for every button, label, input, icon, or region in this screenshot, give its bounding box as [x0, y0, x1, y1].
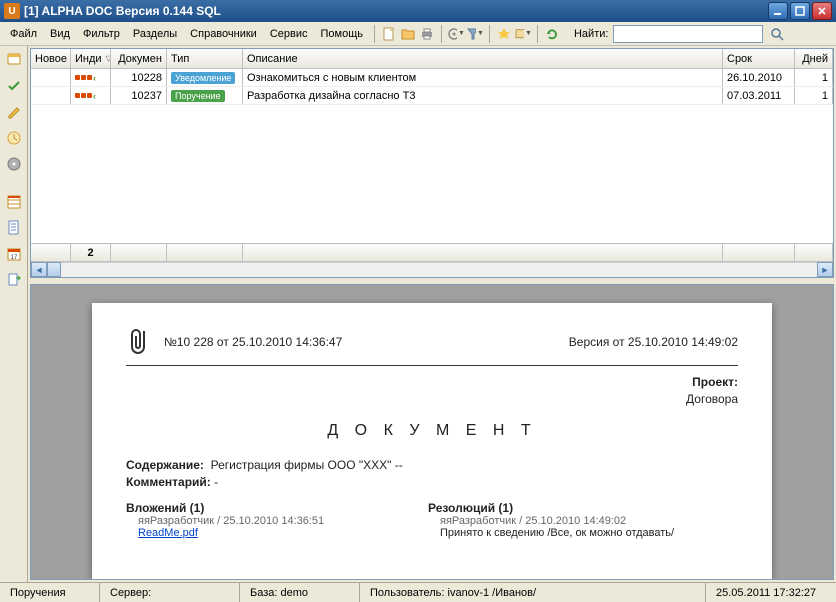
- doc-version-date: Версия от 25.10.2010 14:49:02: [569, 335, 738, 349]
- chevron-down-icon: ▼: [458, 30, 465, 37]
- menubar: Файл Вид Фильтр Разделы Справочники Серв…: [0, 22, 836, 46]
- column-desc[interactable]: Описание: [243, 49, 723, 68]
- menu-help[interactable]: Помощь: [314, 26, 369, 42]
- maximize-button[interactable]: [790, 2, 810, 20]
- column-srok[interactable]: Срок: [723, 49, 795, 68]
- left-toolbar: 17: [0, 46, 28, 582]
- lt-clock-icon[interactable]: [4, 128, 24, 148]
- priority-indicator-icon: ‹: [75, 93, 99, 98]
- column-indi[interactable]: Инди▽: [71, 49, 111, 68]
- lt-pencil-icon[interactable]: [4, 102, 24, 122]
- lt-grid-icon[interactable]: [4, 192, 24, 212]
- status-server: Сервер:: [100, 583, 240, 602]
- horizontal-scrollbar[interactable]: ◄ ►: [31, 261, 833, 277]
- status-section: Поручения: [0, 583, 100, 602]
- lt-disc-icon[interactable]: [4, 154, 24, 174]
- menu-service[interactable]: Сервис: [264, 26, 314, 42]
- doc-content: Содержание: Регистрация фирмы ООО "ХХХ" …: [126, 458, 738, 472]
- table-row[interactable]: ‹ 10228 Уведомление Ознакомиться с новым…: [31, 69, 833, 87]
- priority-indicator-icon: ‹: [75, 75, 99, 80]
- doc-title: Д О К У М Е Н Т: [126, 422, 738, 440]
- chevron-down-icon: ▼: [525, 30, 532, 37]
- lt-calendar-icon[interactable]: 17: [4, 244, 24, 264]
- scroll-right-icon[interactable]: ►: [817, 262, 833, 277]
- menu-filter[interactable]: Фильтр: [77, 26, 126, 42]
- search-label: Найти:: [574, 28, 608, 40]
- grid-body[interactable]: ‹ 10228 Уведомление Ознакомиться с новым…: [31, 69, 833, 243]
- column-type[interactable]: Тип: [167, 49, 243, 68]
- window-title: [1] ALPHA DOC Версия 0.144 SQL: [24, 4, 766, 18]
- column-dney[interactable]: Дней: [795, 49, 833, 68]
- print-icon[interactable]: [418, 25, 436, 43]
- scroll-thumb[interactable]: [47, 262, 61, 277]
- doc-header: №10 228 от 25.10.2010 14:36:47 Версия от…: [126, 325, 738, 366]
- doc-project: Проект: Договора: [126, 374, 738, 408]
- gear-icon[interactable]: ▼: [447, 25, 465, 43]
- close-button[interactable]: [812, 2, 832, 20]
- chevron-down-icon: ▼: [477, 30, 484, 37]
- scroll-left-icon[interactable]: ◄: [31, 262, 47, 277]
- statusbar: Поручения Сервер: База: demo Пользовател…: [0, 582, 836, 602]
- main-area: Новое Инди▽ Докумен Тип Описание Срок Дн…: [28, 46, 836, 582]
- doc-number-date: №10 228 от 25.10.2010 14:36:47: [164, 335, 342, 349]
- funnel-icon[interactable]: ▼: [466, 25, 484, 43]
- lt-export-icon[interactable]: [4, 270, 24, 290]
- column-novoe[interactable]: Новое: [31, 49, 71, 68]
- type-tag-assignment: Поручение: [171, 90, 225, 102]
- table-row[interactable]: ‹ 10237 Поручение Разработка дизайна сог…: [31, 87, 833, 105]
- menu-file[interactable]: Файл: [4, 26, 43, 42]
- separator: [489, 25, 490, 43]
- separator: [374, 25, 375, 43]
- status-user: Пользователь: ivanov-1 /Иванов/: [360, 583, 706, 602]
- status-datetime: 25.05.2011 17:32:27: [706, 583, 836, 602]
- doc-attachments: Вложений (1) яяРазработчик / 25.10.2010 …: [126, 501, 396, 539]
- menu-directories[interactable]: Справочники: [184, 26, 263, 42]
- star-icon[interactable]: [495, 25, 513, 43]
- type-tag-notification: Уведомление: [171, 72, 235, 84]
- lt-card-icon[interactable]: [4, 50, 24, 70]
- document-grid: Новое Инди▽ Докумен Тип Описание Срок Дн…: [30, 48, 834, 278]
- book-icon[interactable]: ▼: [514, 25, 532, 43]
- svg-text:17: 17: [10, 255, 17, 261]
- search-icon[interactable]: [768, 25, 786, 43]
- attachment-link[interactable]: ReadMe.pdf: [138, 527, 396, 539]
- new-doc-icon[interactable]: [380, 25, 398, 43]
- status-base: База: demo: [240, 583, 360, 602]
- lt-check-icon[interactable]: [4, 76, 24, 96]
- doc-comment: Комментарий: -: [126, 475, 738, 489]
- separator: [537, 25, 538, 43]
- titlebar: U [1] ALPHA DOC Версия 0.144 SQL: [0, 0, 836, 22]
- grid-footer: 2: [31, 243, 833, 261]
- open-folder-icon[interactable]: [399, 25, 417, 43]
- document-page: №10 228 от 25.10.2010 14:36:47 Версия от…: [92, 303, 772, 579]
- doc-resolutions: Резолюций (1) яяРазработчик / 25.10.2010…: [428, 501, 698, 539]
- document-preview[interactable]: №10 228 от 25.10.2010 14:36:47 Версия от…: [30, 284, 834, 580]
- menu-view[interactable]: Вид: [44, 26, 76, 42]
- column-docn[interactable]: Докумен: [111, 49, 167, 68]
- separator: [441, 25, 442, 43]
- refresh-icon[interactable]: [543, 25, 561, 43]
- app-icon: U: [4, 3, 20, 19]
- menu-sections[interactable]: Разделы: [127, 26, 183, 42]
- attachment-icon: [126, 325, 152, 359]
- lt-doc-icon[interactable]: [4, 218, 24, 238]
- grid-header: Новое Инди▽ Докумен Тип Описание Срок Дн…: [31, 49, 833, 69]
- minimize-button[interactable]: [768, 2, 788, 20]
- search-input[interactable]: [613, 25, 763, 43]
- footer-count: 2: [71, 244, 111, 261]
